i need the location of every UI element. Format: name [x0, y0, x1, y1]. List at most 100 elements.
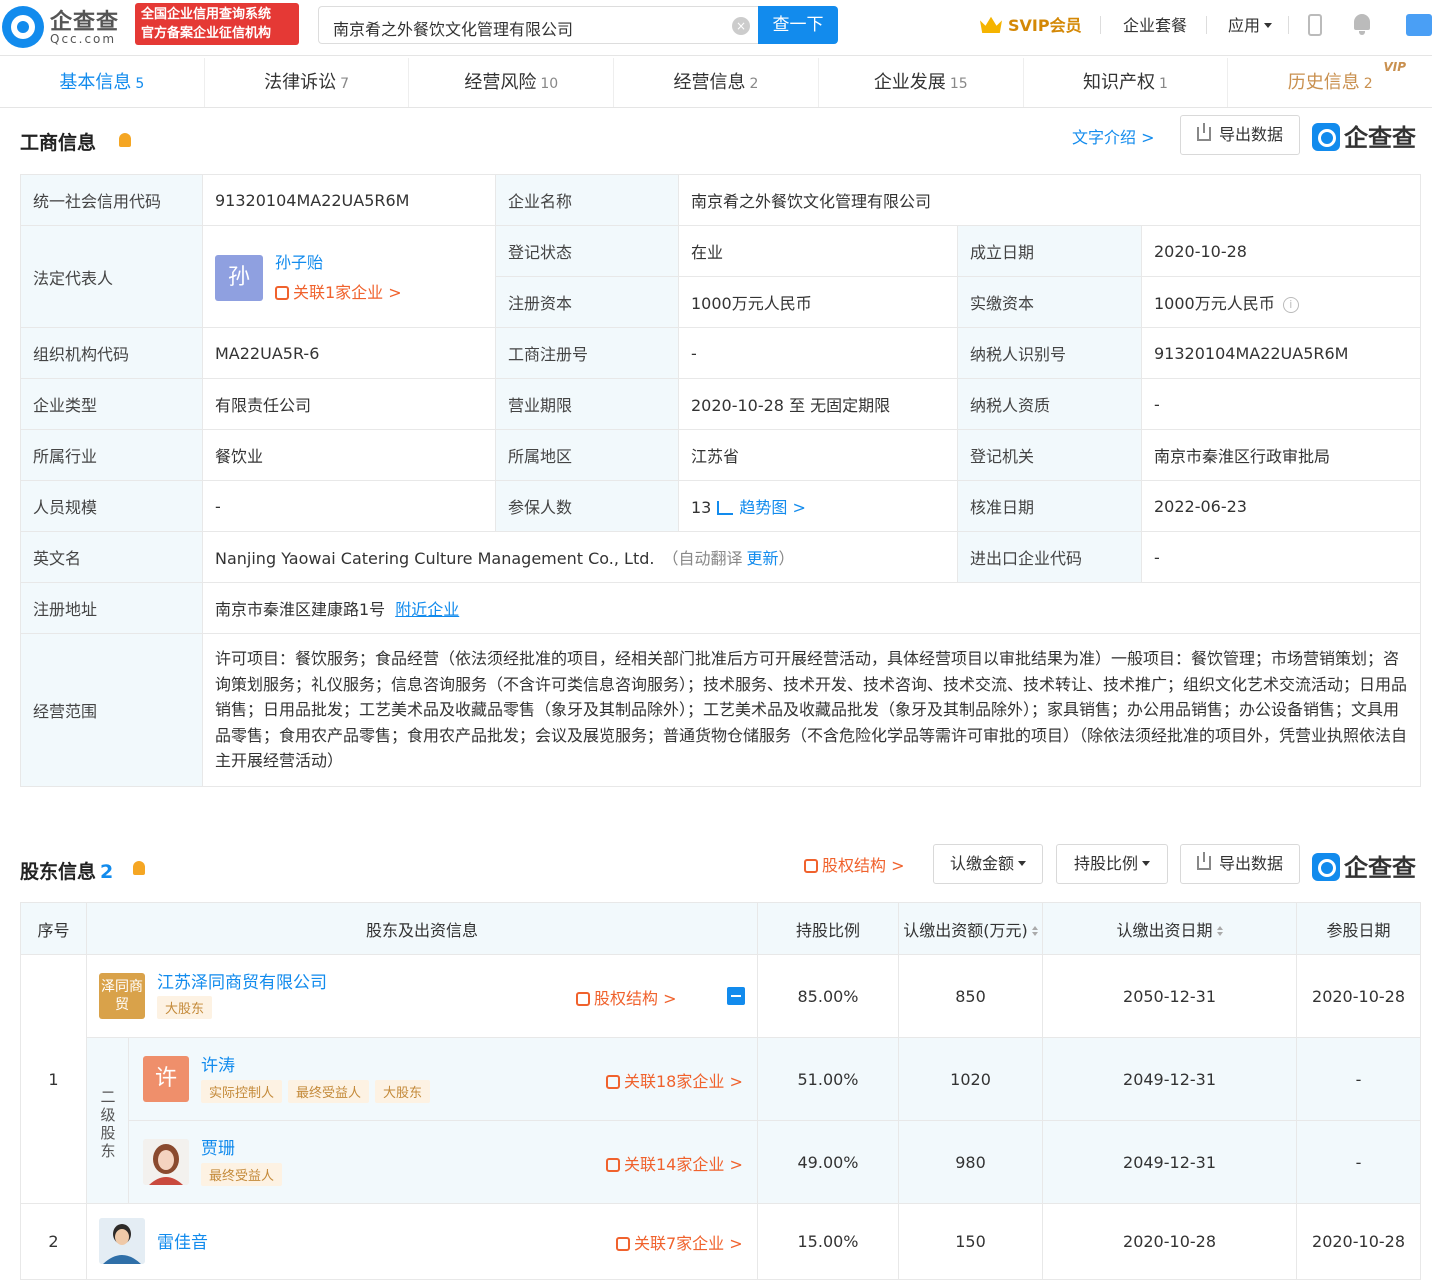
table-row: 二级股东 许 许涛 实际控制人 最终受益人 大股东 关联18家企业 > 51.00%…: [21, 1037, 1422, 1204]
col-header-amount[interactable]: 认缴出资额(万元): [898, 902, 1044, 955]
relation-icon: [606, 1158, 620, 1172]
bell-icon[interactable]: [133, 861, 145, 875]
chevron-down-icon: [1264, 23, 1273, 28]
value-paid-capital: 1000万元人民币: [1154, 294, 1275, 313]
section-title-business: 工商信息: [20, 132, 97, 154]
export-button[interactable]: 导出数据: [1180, 115, 1300, 155]
package-link[interactable]: 企业套餐: [1123, 12, 1187, 36]
related-label: 关联7家企业 >: [634, 1234, 743, 1253]
tab-history[interactable]: 历史信息 2 VIP: [1228, 58, 1432, 107]
dropdown-label: 认缴金额: [949, 854, 1014, 873]
tag-controller: 实际控制人: [201, 1080, 283, 1103]
qcc-logo[interactable]: 企查查 Qcc.com: [0, 4, 130, 50]
related-companies-link[interactable]: 关联7家企业 >: [616, 1230, 743, 1254]
join-date-value: 2020-10-28: [1296, 954, 1422, 1038]
col-header-label: 认缴出资额(万元): [903, 920, 1028, 940]
message-icon[interactable]: [1406, 14, 1432, 36]
value-org-code: MA22UA5R-6: [202, 327, 496, 379]
tag-group: 最终受益人: [201, 1163, 288, 1186]
tab-risk[interactable]: 经营风险 10: [409, 58, 615, 107]
sort-icon: [1216, 925, 1223, 936]
legal-rep-name-link[interactable]: 孙子贻: [275, 249, 323, 273]
shareholder-cell: 泽同商贸 江苏泽同商贸有限公司 大股东 股权结构 >: [85, 954, 759, 1038]
relation-icon: [616, 1237, 630, 1251]
avatar: 许: [143, 1056, 189, 1102]
tab-legal[interactable]: 法律诉讼 7: [205, 58, 410, 107]
tab-label: 知识产权: [1082, 72, 1155, 93]
qcc-brand-text: 企查查: [1344, 854, 1416, 882]
export-button[interactable]: 导出数据: [1180, 844, 1300, 884]
tab-count: 2: [1363, 76, 1373, 92]
value-credit-code: 91320104MA22UA5R6M: [202, 174, 496, 226]
shareholder-name-link[interactable]: 雷佳音: [157, 1228, 208, 1253]
equity-structure-link[interactable]: 股权结构 >: [576, 985, 677, 1009]
label-taxpayer-qualification: 纳税人资质: [957, 378, 1142, 430]
tag-beneficiary: 最终受益人: [288, 1080, 370, 1103]
insured-cell: 13 趋势图 >: [678, 480, 958, 532]
update-link[interactable]: 更新: [746, 549, 778, 568]
related-companies-link[interactable]: 关联14家企业 >: [606, 1151, 743, 1175]
equity-structure-link[interactable]: 股权结构 >: [804, 852, 905, 876]
ratio-value: 51.00%: [757, 1037, 900, 1121]
info-icon[interactable]: i: [1282, 297, 1299, 313]
sort-amount-dropdown[interactable]: 认缴金额: [933, 844, 1043, 884]
tab-ip[interactable]: 知识产权 1: [1024, 58, 1229, 107]
ratio-value: 15.00%: [757, 1203, 900, 1280]
date-value: 2020-10-28: [1042, 1203, 1298, 1280]
equity-icon: [576, 992, 590, 1006]
search-input[interactable]: 南京肴之外餐饮文化管理有限公司 ×: [318, 6, 758, 44]
value-english-name: Nanjing Yaowai Catering Culture Manageme…: [215, 549, 655, 568]
value-reg-capital: 1000万元人民币: [678, 276, 958, 328]
table-row: 2 雷佳音 关联7家企业 > 15.00% 150 2020-10-28 202…: [20, 1203, 1422, 1280]
export-label: 导出数据: [1218, 854, 1283, 873]
amount-value: 150: [898, 1203, 1044, 1280]
shareholder-name-link[interactable]: 许涛: [201, 1051, 235, 1076]
row-index: 2: [20, 1203, 87, 1280]
trend-chart-link[interactable]: 趋势图 >: [739, 498, 806, 517]
shareholder-table: 序号 股东及出资信息 持股比例 认缴出资额(万元) 认缴出资日期 参股日期 1 …: [20, 902, 1422, 1280]
search-value[interactable]: 南京肴之外餐饮文化管理有限公司: [333, 16, 573, 40]
label-english-name: 英文名: [20, 531, 203, 583]
col-header-date[interactable]: 认缴出资日期: [1042, 902, 1298, 955]
tag-beneficiary: 最终受益人: [201, 1163, 283, 1186]
related-label: 关联14家企业 >: [624, 1155, 743, 1174]
value-found-date: 2020-10-28: [1140, 225, 1422, 277]
chevron-down-icon: [1018, 861, 1026, 866]
tag-group: 大股东: [157, 996, 218, 1019]
collapse-icon[interactable]: [727, 987, 745, 1005]
label-insured-count: 参保人数: [495, 480, 679, 532]
logo-domain: Qcc.com: [50, 32, 117, 46]
phone-icon[interactable]: [1308, 14, 1322, 36]
col-header-label: 认缴出资日期: [1116, 920, 1213, 940]
bell-icon[interactable]: [119, 133, 131, 147]
shareholder-name-link[interactable]: 江苏泽同商贸有限公司: [157, 968, 327, 993]
apps-menu[interactable]: 应用: [1228, 12, 1273, 36]
person-photo-icon: [99, 1218, 145, 1264]
svip-link[interactable]: SVIP会员: [980, 12, 1082, 36]
divider: [1206, 16, 1207, 34]
business-info-table: 统一社会信用代码 91320104MA22UA5R6M 企业名称 南京肴之外餐饮…: [20, 174, 1422, 787]
legal-rep-related-link[interactable]: 关联1家企业 >: [275, 279, 402, 303]
search-button[interactable]: 查一下: [758, 6, 838, 44]
tab-label: 法律诉讼: [264, 72, 337, 93]
sort-ratio-dropdown[interactable]: 持股比例: [1056, 844, 1168, 884]
nearby-companies-link[interactable]: 附近企业: [395, 600, 459, 619]
label-org-code: 组织机构代码: [20, 327, 203, 379]
tab-label: 企业发展: [873, 72, 946, 93]
tag-group: 实际控制人 最终受益人 大股东: [201, 1080, 436, 1103]
auto-translate-note: （自动翻译: [662, 549, 743, 568]
tab-operation[interactable]: 经营信息 2: [614, 58, 819, 107]
shareholder-name-link[interactable]: 贾珊: [201, 1134, 235, 1159]
value-business-term: 2020-10-28 至 无固定期限: [678, 378, 958, 430]
tab-development[interactable]: 企业发展 15: [819, 58, 1024, 107]
crown-icon: [980, 16, 1002, 33]
text-intro-link[interactable]: 文字介绍 >: [1072, 124, 1155, 148]
bell-icon[interactable]: [1352, 14, 1372, 36]
label-approval-date: 核准日期: [957, 480, 1142, 532]
value-company-type: 有限责任公司: [202, 378, 496, 430]
tab-basic-info[interactable]: 基本信息 5: [0, 58, 205, 107]
label-import-export-code: 进出口企业代码: [957, 531, 1142, 583]
clear-icon[interactable]: ×: [732, 17, 750, 35]
related-companies-link[interactable]: 关联18家企业 >: [606, 1068, 743, 1092]
address-cell: 南京市秦淮区建康路1号 附近企业: [201, 582, 1422, 634]
